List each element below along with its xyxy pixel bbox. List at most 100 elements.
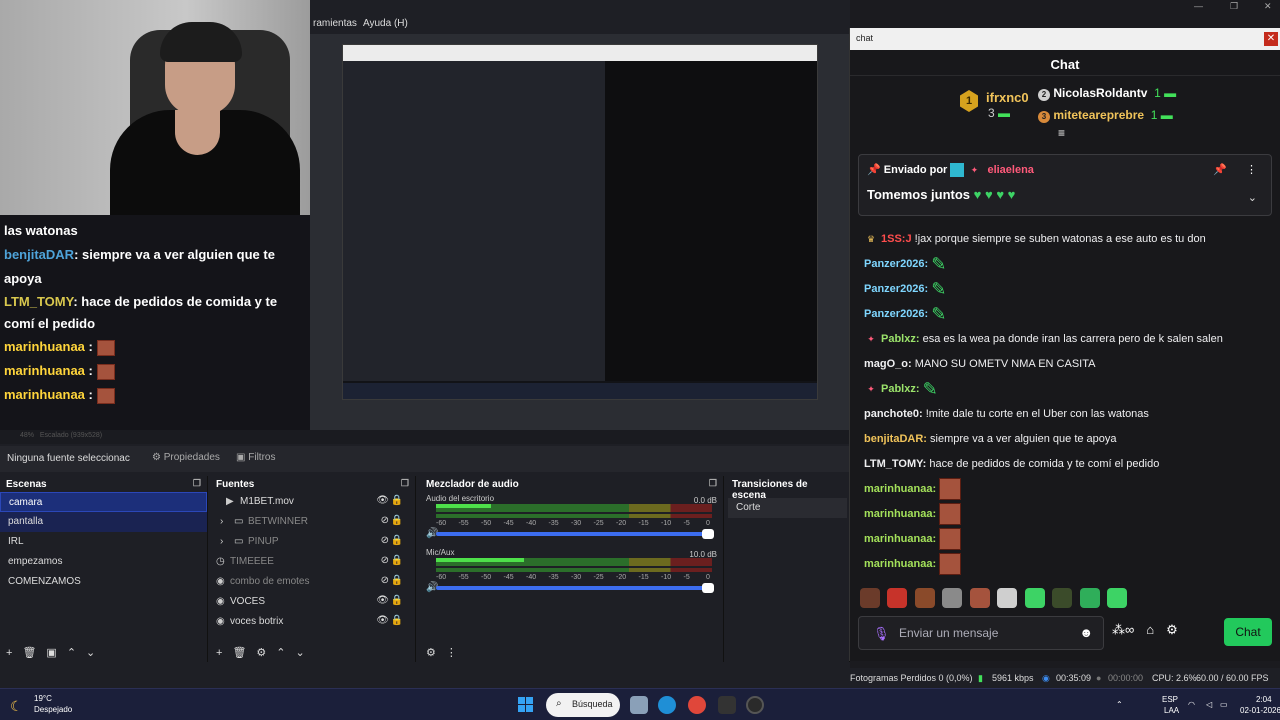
scene-item-empezamos[interactable]: empezamos	[0, 552, 207, 572]
dock-undock-icon[interactable]: ❐	[401, 478, 409, 489]
taskbar-search[interactable]: ⌕ Búsqueda	[546, 693, 620, 717]
chevron-down-icon[interactable]: ⌄	[1248, 191, 1257, 204]
menu-tools[interactable]: ramientas	[313, 18, 357, 29]
source-item[interactable]: › ▭ BETWINNER ⊘ 🔒	[210, 512, 415, 532]
edge-icon[interactable]	[658, 696, 676, 714]
source-item[interactable]: ◉ VOCES 👁 🔒	[210, 592, 415, 612]
emote-icon[interactable]	[914, 588, 935, 608]
eye-hidden-icon[interactable]: ⊘	[381, 535, 389, 546]
transition-select[interactable]: Corte	[728, 498, 847, 518]
chat-username[interactable]: marinhuanaa:	[864, 558, 936, 570]
battery-icon[interactable]: ▭	[1220, 700, 1228, 709]
filter-icon[interactable]: ▣	[46, 647, 56, 659]
microphone-icon[interactable]: 🎙	[873, 626, 890, 642]
expand-leaderboard-icon[interactable]: ≡	[1058, 126, 1065, 140]
chat-username[interactable]: marinhuanaa:	[864, 533, 936, 545]
pinned-message[interactable]: 📌 Enviado por ✦ eliaelena Tomemos juntos…	[858, 154, 1272, 216]
more-icon[interactable]: ⋮	[446, 647, 457, 659]
unpin-icon[interactable]: 📌	[1213, 163, 1227, 176]
lock-icon[interactable]: 🔒	[391, 495, 403, 506]
up-icon[interactable]: ⌃	[276, 647, 285, 659]
add-icon[interactable]: +	[6, 647, 12, 659]
obs-icon[interactable]	[746, 696, 764, 714]
down-icon[interactable]: ⌄	[296, 647, 305, 659]
menu-help[interactable]: Ayuda (H)	[363, 18, 408, 29]
start-button[interactable]	[518, 697, 534, 713]
filters-button[interactable]: ▣ Filtros	[236, 452, 275, 463]
chat-send-button[interactable]: Chat	[1224, 618, 1272, 646]
chrome-icon[interactable]	[688, 696, 706, 714]
preview-canvas[interactable]	[310, 34, 850, 436]
bits-icon[interactable]: ⁂∞	[1112, 622, 1134, 637]
chat-username[interactable]: Pablxz:	[881, 383, 920, 395]
gear-icon[interactable]: ⚙	[1166, 622, 1178, 637]
emote-icon[interactable]	[887, 588, 908, 608]
lock-icon[interactable]: 🔒	[391, 515, 403, 526]
emote-icon[interactable]	[1052, 588, 1073, 608]
leaderboard-third[interactable]: 3 miteteareprebre 1 ▬	[1038, 108, 1173, 123]
epic-games-icon[interactable]	[718, 696, 736, 714]
scene-item-pantalla[interactable]: pantalla	[0, 512, 207, 532]
emote-icon[interactable]	[1024, 588, 1045, 608]
eye-icon[interactable]: 👁	[376, 615, 389, 626]
emote-icon[interactable]	[1107, 588, 1128, 608]
store-icon[interactable]: ⌂	[1146, 622, 1154, 637]
eye-hidden-icon[interactable]: ⊘	[381, 515, 389, 526]
eye-icon[interactable]: 👁	[376, 595, 389, 606]
chat-username[interactable]: Panzer2026:	[864, 308, 928, 320]
close-button[interactable]: ✕	[1264, 1, 1272, 12]
properties-button[interactable]: ⚙ Propiedades	[152, 452, 220, 463]
down-icon[interactable]: ⌄	[86, 647, 95, 659]
chat-username[interactable]: marinhuanaa:	[864, 483, 936, 495]
chat-username[interactable]: marinhuanaa:	[864, 508, 936, 520]
gear-icon[interactable]: ⚙	[426, 647, 436, 659]
chat-username[interactable]: Panzer2026:	[864, 283, 928, 295]
gear-icon[interactable]: ⚙	[256, 647, 266, 659]
chevron-up-icon[interactable]: ⌃	[1116, 700, 1123, 709]
dock-undock-icon[interactable]: ❐	[709, 478, 717, 489]
lock-icon[interactable]: 🔒	[391, 555, 403, 566]
source-item[interactable]: ◉ voces botrix 👁 🔒	[210, 612, 415, 632]
task-view-icon[interactable]	[630, 696, 648, 714]
scene-item-irl[interactable]: IRL	[0, 532, 207, 552]
add-icon[interactable]: +	[216, 647, 222, 659]
dock-undock-icon[interactable]: ❐	[193, 478, 201, 489]
emote-icon[interactable]	[997, 588, 1018, 608]
source-item[interactable]: ◉ combo de emotes ⊘ 🔒	[210, 572, 415, 592]
chat-username[interactable]: LTM_TOMY:	[864, 458, 926, 470]
eye-hidden-icon[interactable]: ⊘	[381, 555, 389, 566]
volume-slider[interactable]	[436, 529, 714, 539]
chat-username[interactable]: 1SS:J	[881, 233, 912, 245]
more-options-icon[interactable]: ⋮	[1246, 163, 1257, 176]
up-icon[interactable]: ⌃	[67, 647, 76, 659]
wifi-icon[interactable]: ◠	[1188, 700, 1195, 709]
emote-icon[interactable]	[1079, 588, 1100, 608]
chat-username[interactable]: panchote0:	[864, 408, 923, 420]
emote-icon[interactable]	[860, 588, 880, 608]
eye-icon[interactable]: 👁	[376, 495, 389, 506]
trash-icon[interactable]: 🗑	[232, 647, 246, 659]
lock-icon[interactable]: 🔒	[391, 615, 403, 626]
volume-icon[interactable]: ◁	[1206, 700, 1212, 709]
chevron-right-icon[interactable]: ›	[220, 536, 234, 547]
emote-icon[interactable]	[969, 588, 990, 608]
emote-icon[interactable]	[942, 588, 963, 608]
emoji-picker-icon[interactable]: ☻	[1079, 625, 1093, 640]
volume-slider[interactable]	[436, 583, 714, 593]
source-item[interactable]: ◷ TIMEEEE ⊘ 🔒	[210, 552, 415, 572]
eye-hidden-icon[interactable]: ⊘	[381, 575, 389, 586]
chat-username[interactable]: Pablxz:	[881, 333, 920, 345]
chevron-right-icon[interactable]: ›	[220, 516, 234, 527]
leaderboard-second[interactable]: 2 NicolasRoldantv 1 ▬	[1038, 86, 1176, 101]
source-item[interactable]: › ▭ PINUP ⊘ 🔒	[210, 532, 415, 552]
close-button[interactable]: ✕	[1264, 32, 1278, 46]
maximize-button[interactable]: ❐	[1230, 1, 1238, 12]
scene-item-comenzamos[interactable]: COMENZAMOS	[0, 572, 207, 592]
chat-message-input[interactable]: 🎙 Enviar un mensaje ☻	[858, 616, 1104, 650]
chat-username[interactable]: magO_o:	[864, 358, 912, 370]
lock-icon[interactable]: 🔒	[391, 535, 403, 546]
scene-item-camara[interactable]: camara	[0, 492, 207, 512]
lock-icon[interactable]: 🔒	[391, 595, 403, 606]
chat-username[interactable]: Panzer2026:	[864, 258, 928, 270]
leaderboard-first[interactable]: 1 ifrxnc0 3 ▬	[960, 90, 1029, 120]
